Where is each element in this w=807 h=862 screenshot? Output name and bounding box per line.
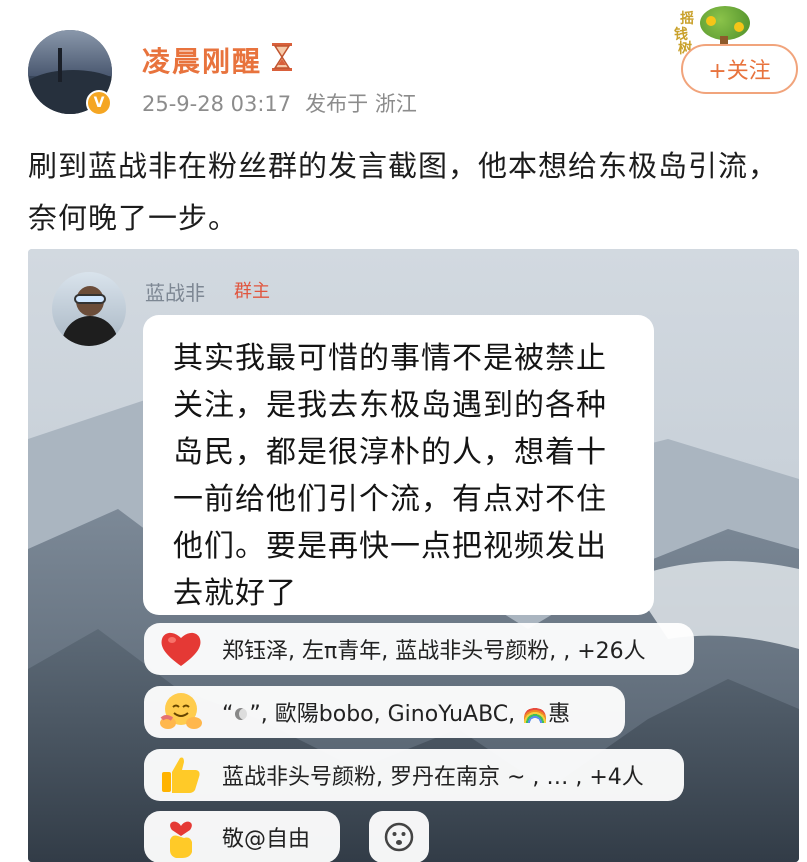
reaction-row: “”, 歐陽bobo, GinoYuABC, 惠 — [144, 686, 625, 738]
finger-heart-icon — [170, 821, 192, 858]
add-reaction-button[interactable] — [369, 811, 429, 862]
tree-coin — [706, 16, 716, 26]
reaction-row: 郑钰泽, 左π青年, 蓝战非头号颜粉, , +26人 — [144, 623, 694, 675]
reaction-text: “”, 歐陽bobo, GinoYuABC, 惠 — [222, 702, 571, 727]
reaction-text: 郑钰泽, 左π青年, 蓝战非头号颜粉, , +26人 — [222, 639, 646, 664]
post-timestamp: 25-9-28 03:17 — [142, 92, 292, 116]
smiley-icon — [384, 822, 414, 852]
hourglass-icon — [272, 43, 292, 71]
post-location: 发布于 浙江 — [305, 92, 417, 116]
author-name[interactable]: 凌晨刚醒 — [142, 40, 262, 80]
reaction-row: 敬@自由 — [144, 811, 340, 862]
post-body-text: 刷到蓝战非在粉丝群的发言截图，他本想给东极岛引流，奈何晚了一步。 — [28, 149, 779, 235]
reaction-text: 蓝战非头号颜粉, 罗丹在南京 ~ , … , +4人 — [222, 765, 644, 790]
post-meta: 25-9-28 03:17 发布于 浙江 — [142, 88, 431, 118]
tree-coin — [734, 22, 744, 32]
sender-name: 蓝战非 — [145, 281, 205, 305]
sender-role-tag: 群主 — [234, 281, 270, 302]
moon-icon — [235, 708, 248, 720]
avatar-glasses — [74, 294, 106, 304]
rainbow-icon — [524, 707, 547, 723]
reaction-row: 蓝战非头号颜粉, 罗丹在南京 ~ , … , +4人 — [144, 749, 684, 801]
red-heart-icon — [161, 632, 201, 666]
avatar-figure — [58, 48, 62, 82]
avatar-body — [62, 316, 118, 346]
thumbs-up-icon — [162, 757, 200, 793]
hugging-face-icon — [160, 693, 202, 729]
message-bubble: 其实我最可惜的事情不是被禁止关注，是我去东极岛遇到的各种岛民，都是很淳朴的人，想… — [143, 315, 654, 615]
sender-avatar — [52, 272, 126, 346]
follow-button[interactable]: +关注 — [681, 44, 798, 94]
verified-badge-icon: V — [86, 90, 112, 116]
embedded-screenshot-image[interactable]: 蓝战非 群主 其实我最可惜的事情不是被禁止关注，是我去东极岛遇到的各种岛民，都是… — [28, 249, 799, 862]
reaction-text: 敬@自由 — [222, 827, 311, 852]
